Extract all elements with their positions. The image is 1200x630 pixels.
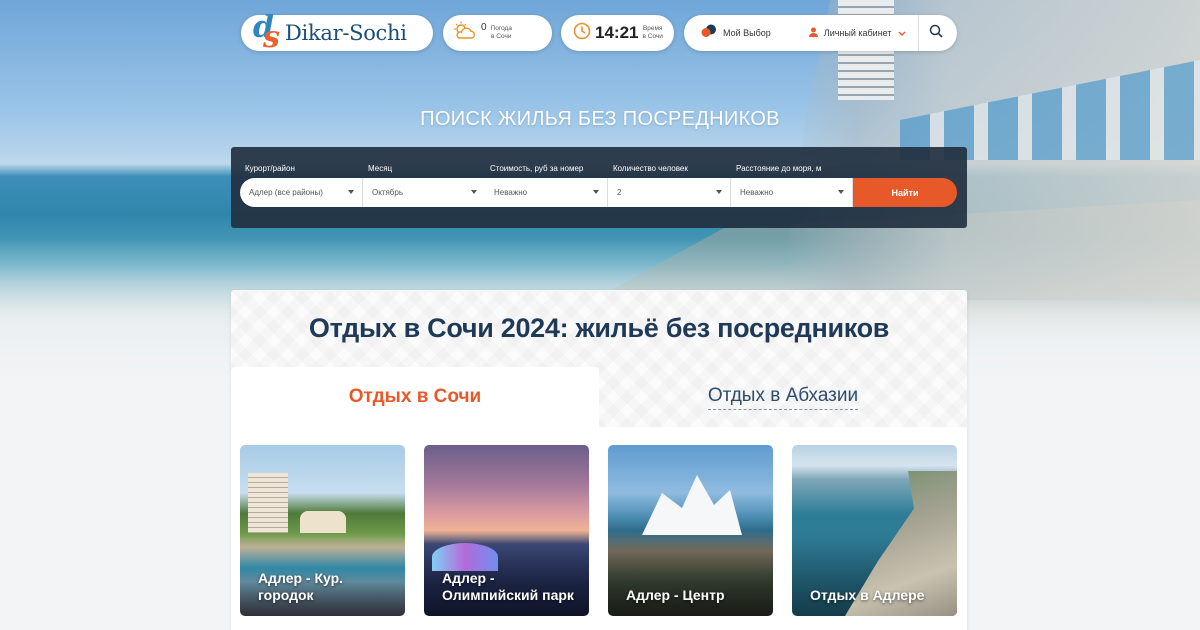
- tab-abkhazia[interactable]: Отдых в Абхазии: [599, 367, 967, 427]
- find-button[interactable]: Найти: [853, 178, 957, 207]
- account-link[interactable]: Личный кабинет: [824, 28, 892, 38]
- tile-caption: Адлер - Кур. городок: [258, 570, 344, 603]
- select-resort[interactable]: Адлер (все районы): [240, 178, 363, 207]
- tab-sochi[interactable]: Отдых в Сочи: [231, 367, 599, 427]
- tile-image-tent: [642, 475, 742, 535]
- field-distance: Расстояние до моря, м Неважно: [722, 147, 853, 228]
- search-panel: Курорт/район Адлер (все районы) Месяц Ок…: [231, 147, 967, 228]
- tile-image-dome: [432, 543, 498, 571]
- logo-mark: d s: [253, 10, 280, 55]
- search-button[interactable]: [919, 15, 953, 51]
- field-resort: Курорт/район Адлер (все районы): [231, 147, 363, 228]
- tile-adler-olympic-park[interactable]: Адлер - Олимпийский парк: [424, 445, 589, 616]
- tiles-area: Адлер - Кур. городок Адлер - Олимпийский…: [231, 427, 967, 630]
- select-price[interactable]: Неважно: [485, 178, 608, 207]
- field-price: Стоимость, руб за номер Неважно: [476, 147, 608, 228]
- clock-label: Время в Сочи: [642, 25, 663, 40]
- chevron-down-icon[interactable]: [898, 24, 906, 42]
- user-bar: Мой Выбор Личный кабинет: [684, 15, 957, 51]
- dropdown-arrow-icon: [838, 190, 844, 194]
- clock-icon: [573, 22, 591, 45]
- tile-caption: Адлер - Центр: [626, 587, 725, 603]
- search-title: ПОИСК ЖИЛЬЯ БЕЗ ПОСРЕДНИКОВ: [420, 108, 780, 130]
- weather-widget[interactable]: 0 Погода в Сочи: [443, 15, 552, 51]
- logo[interactable]: d s Dikar-Sochi: [241, 13, 433, 53]
- my-choice-link[interactable]: Мой Выбор: [723, 28, 771, 38]
- weather-temp: 0: [481, 21, 487, 33]
- my-choice-icon: [701, 24, 717, 43]
- tile-image-building: [248, 473, 288, 533]
- select-guests[interactable]: 2: [608, 178, 731, 207]
- select-month[interactable]: Октябрь: [363, 178, 486, 207]
- select-distance[interactable]: Неважно: [731, 178, 853, 207]
- tile-adler-kurgorodok[interactable]: Адлер - Кур. городок: [240, 445, 405, 616]
- cloud-sun-icon: [453, 21, 477, 46]
- clock-time: 14:21: [595, 23, 639, 42]
- tile-rest-in-adler[interactable]: Отдых в Адлере: [792, 445, 957, 616]
- clock-widget[interactable]: 14:21 Время в Сочи: [561, 15, 674, 51]
- user-icon: [808, 24, 818, 42]
- page-title: Отдых в Сочи 2024: жильё без посредников: [308, 313, 890, 343]
- content-card: Отдых в Сочи 2024: жильё без посредников…: [231, 290, 967, 630]
- tile-caption: Отдых в Адлере: [810, 587, 925, 603]
- search-icon: [929, 24, 943, 43]
- tile-image-pavilion: [300, 511, 346, 533]
- tile-caption: Адлер - Олимпийский парк: [442, 570, 574, 603]
- weather-label: Погода в Сочи: [490, 25, 512, 40]
- tile-adler-center[interactable]: Адлер - Центр: [608, 445, 773, 616]
- logo-text: Dikar-Sochi: [285, 21, 407, 45]
- field-month: Месяц Октябрь: [354, 147, 486, 228]
- field-guests: Количество человек 2: [599, 147, 731, 228]
